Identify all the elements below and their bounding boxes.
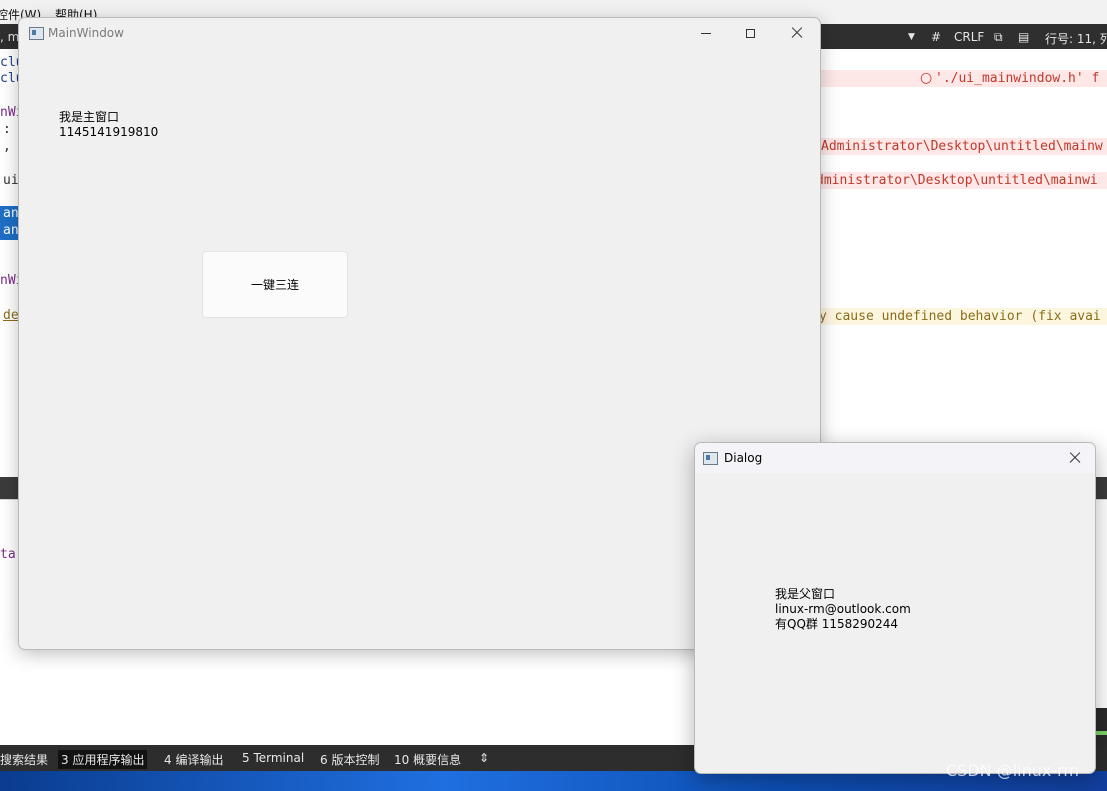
output-text-fragment: ta <box>0 547 16 562</box>
close-icon <box>791 27 803 39</box>
selected-code-line-1: an <box>0 206 19 223</box>
split-view-icon[interactable]: ⧉ <box>994 30 1003 45</box>
dialog-window-icon <box>703 452 718 465</box>
chevron-down-icon[interactable]: ▼ <box>908 32 915 42</box>
tab-general-messages[interactable]: 10 概要信息 <box>394 751 461 768</box>
error-circle-icon: ○ <box>920 70 933 86</box>
close-icon <box>1069 452 1081 464</box>
warning-message: y cause undefined behavior (fix avai <box>819 309 1101 324</box>
main-label-title: 我是主窗口 <box>59 110 120 124</box>
line-ending-selector[interactable]: CRLF <box>954 30 984 44</box>
dialog-label-qq-group: 有QQ群 1158290244 <box>775 617 899 631</box>
cursor-position: 行号: 11, 列 <box>1045 32 1107 46</box>
csdn-watermark: CSDN @linux-rm <box>946 761 1079 780</box>
selected-code-line-2: an <box>0 223 19 240</box>
triple-action-button[interactable]: 一键三连 <box>202 251 348 318</box>
close-button[interactable] <box>774 18 820 48</box>
dialog-window: Dialog 我是父窗口 linux-rm@outlook.com 有QQ群 1… <box>694 442 1096 774</box>
maximize-icon <box>745 28 755 38</box>
code-line-ui: ui <box>3 173 19 188</box>
symbol-hash[interactable]: # <box>931 30 941 44</box>
desktop-wallpaper <box>0 771 1107 791</box>
minimize-button[interactable] <box>683 18 729 48</box>
main-label-number: 1145141919810 <box>59 125 159 139</box>
tabs-more-icon[interactable]: ⇕ <box>479 751 489 765</box>
open-file-combo-fragment[interactable]: , m <box>0 30 19 44</box>
error-message-header: './ui_mainwindow.h' f <box>935 71 1100 86</box>
dialog-titlebar[interactable]: Dialog <box>695 443 1095 473</box>
tab-terminal[interactable]: 5 Terminal <box>242 751 304 765</box>
document-icon[interactable]: ▤ <box>1018 30 1029 44</box>
dialog-close-button[interactable] <box>1055 443 1095 473</box>
tab-application-output[interactable]: 3 应用程序输出 <box>58 750 148 769</box>
code-line-colon: : <box>3 122 11 137</box>
tab-search-results[interactable]: 搜索结果 <box>0 751 48 768</box>
tab-version-control[interactable]: 6 版本控制 <box>320 751 379 768</box>
error-message-path-2: dministrator\Desktop\untitled\mainwi <box>816 173 1098 188</box>
code-line-comma: , <box>3 139 11 154</box>
error-message-path-1: Administrator\Desktop\untitled\mainw <box>821 139 1103 154</box>
dialog-label-email: linux-rm@outlook.com <box>775 602 911 616</box>
maximize-button[interactable] <box>727 18 773 48</box>
code-line-delete: de <box>3 308 19 323</box>
minimize-icon <box>701 32 711 34</box>
dialog-title: Dialog <box>724 451 763 465</box>
main-window-title: MainWindow <box>48 26 124 40</box>
dialog-label-title: 我是父窗口 <box>775 587 836 601</box>
app-window-icon <box>29 27 44 40</box>
tab-compile-output[interactable]: 4 编译输出 <box>164 751 223 768</box>
main-window-titlebar[interactable]: MainWindow <box>19 18 820 48</box>
